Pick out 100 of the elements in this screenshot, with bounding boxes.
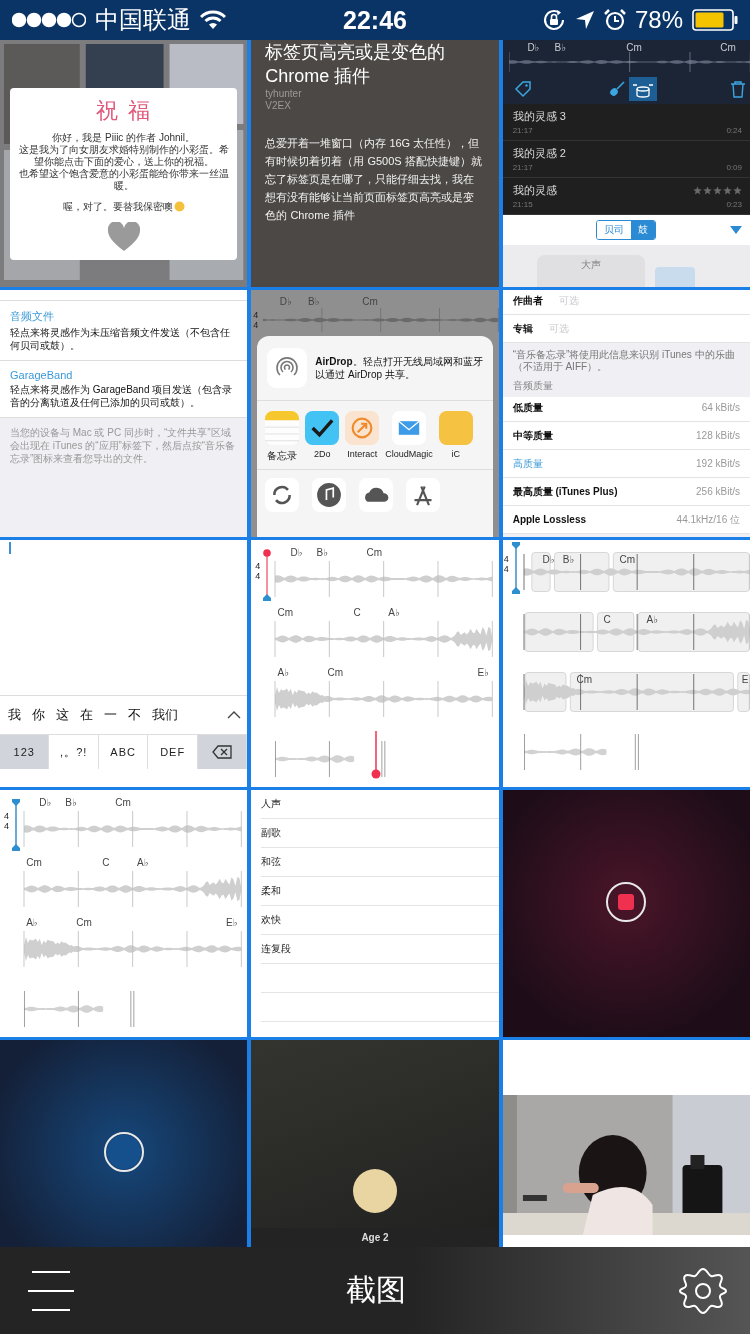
time-signature-text: 4 xyxy=(503,554,510,564)
memo-row[interactable]: 我的灵感 2 21:17 0:09 xyxy=(502,141,750,178)
author-name: tyhunter xyxy=(265,88,303,100)
screenshot-thumbnail[interactable]: D♭ B♭ Cm Cm 我的灵感 3 21:17 0:24 我的灵感 2 21:17 0:09 我的灵感 21:15 0:23 贝司 鼓 大声 xyxy=(502,40,750,287)
time-signature-text: 4 xyxy=(4,821,10,831)
screenshot-thumbnail[interactable]: 4 4 D♭ B♭ Cm Cm C A♭ A♭ Cm E♭ xyxy=(0,790,248,1037)
memo-time: 21:15 xyxy=(512,200,533,209)
tag-item[interactable]: 欢快 xyxy=(261,906,499,935)
chord-label: Cm xyxy=(366,547,383,559)
envelope-icon[interactable] xyxy=(392,411,427,445)
section-header: 音频质量 xyxy=(511,379,554,393)
chord-label: B♭ xyxy=(562,554,575,566)
carrier-name: 中国联通 xyxy=(95,5,191,35)
emoji-icon xyxy=(173,201,185,212)
candidate-word[interactable]: 你 xyxy=(32,706,45,724)
settings-icon[interactable] xyxy=(678,1265,728,1316)
article-text: 总爱开着一堆窗口（内存 16G 太任性），但有时候切着切着（用 G500S 搭配快捷键）就忘了标签页是在哪了，只能仔细去找，我在想有没有能够让当前页面标签页高亮或是变色的 Chrome 插件 xyxy=(265,136,483,223)
rotation-lock-icon xyxy=(541,8,566,32)
chord-label: B♭ xyxy=(554,42,566,54)
chord-label: A♭ xyxy=(26,917,38,929)
screenshot-thumbnail[interactable]: 我 你 这 在 一 不 我们 123 ,。?! ABC DEF xyxy=(0,540,248,787)
option-title: 音频文件 xyxy=(10,309,55,324)
quality-option[interactable]: 低质量 64 kBit/s xyxy=(502,394,750,422)
chord-label: B♭ xyxy=(308,296,320,308)
playhead-handle[interactable] xyxy=(12,799,20,851)
screenshot-thumbnail[interactable] xyxy=(502,790,750,1037)
source-name: V2EX xyxy=(265,100,292,112)
chord-label: D♭ xyxy=(39,797,52,809)
screenshot-thumbnail[interactable]: 音频文件 轻点来将灵感作为未压缩音频文件发送（不包含任何贝司或鼓）。 GarageBand 轻点来将灵感作为 GarageBand 项目发送（包含录音的分离轨道及任何已添加的贝司或鼓）。 当您的设备与 Mac 或 PC 同步时，“文件共享”区域会出现在 iTunes 的“应用”标签下，然后点按“音乐备忘录”图标来查看您导出的文件。 xyxy=(0,290,248,537)
airdrop-icon[interactable] xyxy=(267,348,308,388)
menu-icon[interactable] xyxy=(28,1269,74,1312)
message-text: 这是我为了向女朋友求婚特别制作的小彩蛋。希望你能点击下面的爱心，送上你的祝福。 xyxy=(18,143,230,168)
chevron-up-icon[interactable] xyxy=(227,711,242,719)
postscript-text: 喔，对了。要替我保密噢 xyxy=(62,199,173,214)
candidate-word[interactable]: 我们 xyxy=(152,706,178,724)
star-icon xyxy=(703,186,712,195)
candidate-word[interactable]: 一 xyxy=(104,706,117,724)
screenshot-thumbnail[interactable]: 祝 福 你好，我是 Piiic 的作者 Johnil。 这是我为了向女朋友求婚特别制作的小彩蛋。希望你能点击下面的爱心，送上你的祝福。 也希望这个饱含爱意的小彩蛋能给你带来一丝温暖。 喔，对了。要替我保密噢 xyxy=(0,40,248,287)
record-button[interactable] xyxy=(103,1131,144,1172)
tag-item[interactable]: 副歌 xyxy=(261,819,499,848)
chord-label: D♭ xyxy=(290,547,303,559)
airdrop-text: AirDrop。轻点打开无线局域网和蓝牙以通过 AirDrop 共享。 xyxy=(315,355,483,381)
article-title: 标签页高亮或是变色的 Chrome 插件 xyxy=(265,41,447,88)
chord-label: C xyxy=(102,857,110,869)
time-signature-text: 4 xyxy=(4,811,10,821)
app-label: 备忘录 xyxy=(267,449,298,463)
memo-title: 我的灵感 3 xyxy=(512,109,566,124)
screenshot-thumbnail[interactable] xyxy=(0,1040,248,1247)
quality-option[interactable]: 最高质量 (iTunes Plus) 256 kBit/s xyxy=(502,478,750,506)
chord-label: A♭ xyxy=(137,857,149,869)
checkmark-icon[interactable] xyxy=(305,411,340,445)
candidate-word[interactable]: 我 xyxy=(8,706,21,724)
time-signature-text: 4 xyxy=(255,561,262,571)
chord-label: Cm xyxy=(720,42,736,54)
quality-option[interactable]: 中等质量 128 kBit/s xyxy=(502,422,750,450)
time-signature-text: 4 xyxy=(253,310,260,320)
battery-icon xyxy=(692,9,738,31)
quality-option[interactable]: Apple Lossless 44.1kHz/16 位 xyxy=(502,506,750,534)
sync-icon[interactable] xyxy=(265,478,300,512)
stop-button[interactable] xyxy=(606,881,647,922)
candidate-word[interactable]: 在 xyxy=(80,706,93,724)
candidate-word[interactable]: 这 xyxy=(56,706,69,724)
delete-icon xyxy=(212,745,233,759)
star-icon xyxy=(713,186,722,195)
screenshot-thumbnail[interactable]: 人声 副歌 和弦 柔和 欢快 连复段 xyxy=(251,790,499,1037)
trash-icon xyxy=(729,80,746,98)
screenshot-thumbnail[interactable]: Age 2 xyxy=(251,1040,499,1247)
chord-label: E xyxy=(741,674,749,686)
playhead-marker[interactable] xyxy=(370,731,381,779)
memo-time: 21:17 xyxy=(512,126,533,135)
memo-row[interactable]: 我的灵感 3 21:17 0:24 xyxy=(502,104,750,141)
tag-item[interactable]: 柔和 xyxy=(261,877,499,906)
message-text: 也希望这个饱含爱意的小彩蛋能给你带来一丝温暖。 xyxy=(18,167,230,192)
keyboard-key[interactable]: 123 xyxy=(0,735,50,769)
candidate-word[interactable]: 不 xyxy=(128,706,141,724)
footer-note: 当您的设备与 Mac 或 PC 同步时，“文件共享”区域会出现在 iTunes 的“应用”标签下，然后点按“音乐备忘录”图标来查看您导出的文件。 xyxy=(0,418,248,537)
playhead-handle[interactable] xyxy=(263,549,272,601)
music-icon[interactable] xyxy=(312,478,347,512)
heart-icon[interactable] xyxy=(106,221,141,252)
a-shape-icon[interactable] xyxy=(406,478,441,512)
memo-duration: 0:24 xyxy=(726,126,742,135)
dropdown-triangle-icon[interactable] xyxy=(730,226,742,234)
playhead-handle[interactable] xyxy=(511,542,520,594)
cloud-icon[interactable] xyxy=(359,478,394,512)
panel-label: 大声 xyxy=(580,258,601,272)
drum-button[interactable] xyxy=(628,77,657,101)
chord-label: Cm xyxy=(626,42,642,54)
tag-item[interactable]: 人声 xyxy=(261,790,499,819)
star-icon xyxy=(733,186,742,195)
segment-tab[interactable]: 鼓 xyxy=(631,221,656,239)
option-title: GarageBand xyxy=(10,369,74,381)
screenshot-thumbnail[interactable]: 4 4 D♭ B♭ Cm AirDrop。轻点打开无线局域网和蓝牙以通过 AirDrop 共享。 备忘录 2Do Interact CloudMagic iC xyxy=(251,290,499,537)
screenshot-thumbnail[interactable]: 标签页高亮或是变色的 Chrome 插件 tyhunter V2EX 总爱开着一堆窗口（内存 16G 太任性），但有时候切着切着（用 G500S 搭配快捷键）就忘了标签页是在哪了，只能仔细去找，我在想有没有能够让当前页面标签页高亮或是变色的 Chrome 插件 xyxy=(251,40,499,287)
screenshot-thumbnail[interactable]: 4 4 D♭ B♭ Cm Cm C A♭ A♭ Cm E♭ xyxy=(251,540,499,787)
option-description: 轻点来将灵感作为未压缩音频文件发送（不包含任何贝司或鼓）。 xyxy=(10,326,231,352)
tag-item[interactable]: 和弦 xyxy=(261,848,499,877)
export-option[interactable]: 音频文件 轻点来将灵感作为未压缩音频文件发送（不包含任何贝司或鼓）。 xyxy=(0,300,248,361)
alarm-icon xyxy=(603,9,626,31)
tag-item[interactable]: 连复段 xyxy=(261,935,499,964)
delete-key[interactable] xyxy=(197,735,248,769)
